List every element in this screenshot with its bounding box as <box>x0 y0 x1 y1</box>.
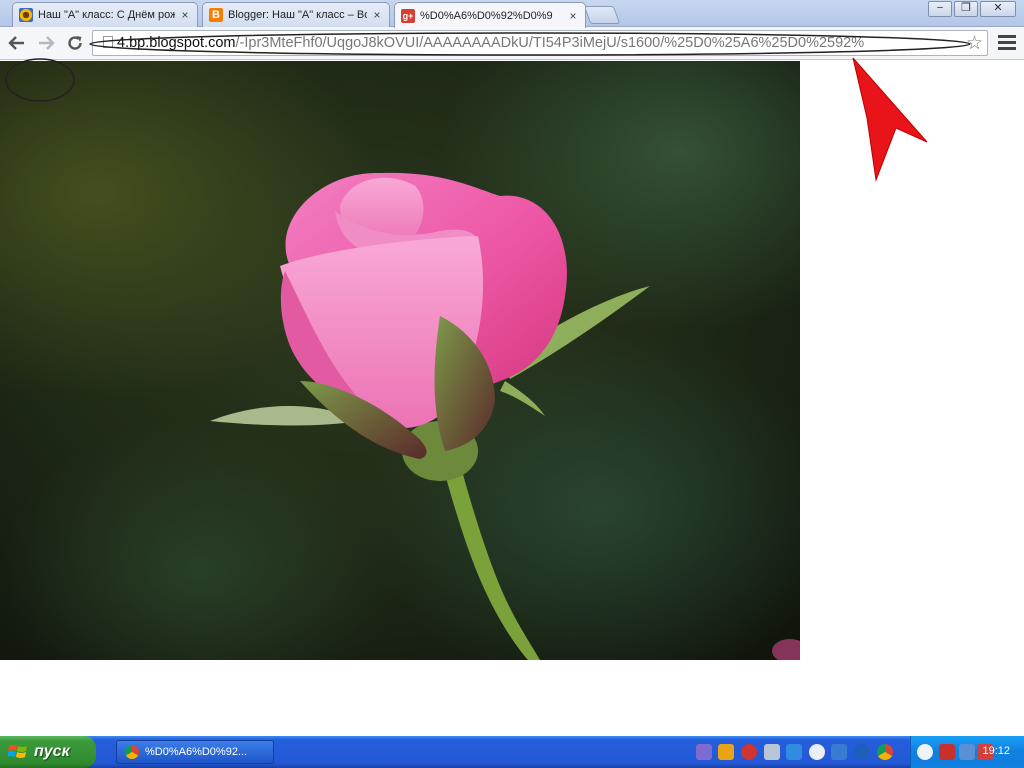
windows-logo-icon <box>8 745 27 758</box>
windows-taskbar: пуск %D0%A6%D0%92... 19:12 <box>0 736 1024 768</box>
system-tray: 19:12 <box>910 736 1024 768</box>
ie-icon[interactable] <box>786 744 802 760</box>
chrome-icon[interactable] <box>877 744 893 760</box>
start-button[interactable]: пуск <box>0 736 96 768</box>
recycle-bin-icon[interactable] <box>764 744 780 760</box>
clock: 19:12 <box>982 745 1010 757</box>
taskbar-chrome-window[interactable]: %D0%A6%D0%92... <box>116 740 274 764</box>
tab-close-icon[interactable]: × <box>567 9 579 23</box>
start-label: пуск <box>34 743 70 760</box>
task-label: %D0%A6%D0%92... <box>145 746 248 758</box>
tray-app-icon[interactable] <box>718 744 734 760</box>
annotation-red-arrow <box>852 57 928 182</box>
tray-app-icon[interactable] <box>741 744 757 760</box>
annotation-ellipse-url <box>89 32 971 56</box>
tab-title: %D0%A6%D0%92%D0%9 <box>420 9 553 22</box>
chevron-left-icon[interactable] <box>917 744 933 760</box>
chrome-icon <box>125 745 139 759</box>
tray-app-icon[interactable] <box>696 744 712 760</box>
network-icon[interactable] <box>959 744 975 760</box>
annotation-ellipse-corner <box>5 58 75 102</box>
google-plus-favicon-icon: g+ <box>401 8 415 23</box>
tray-app-icon[interactable] <box>939 744 955 760</box>
media-player-icon[interactable] <box>809 744 825 760</box>
tab-image-active[interactable]: g+ %D0%A6%D0%92%D0%9 × <box>394 2 586 28</box>
tray-app-icon[interactable] <box>854 744 870 760</box>
annotation-layer <box>5 32 971 182</box>
tray-app-icon[interactable] <box>831 744 847 760</box>
